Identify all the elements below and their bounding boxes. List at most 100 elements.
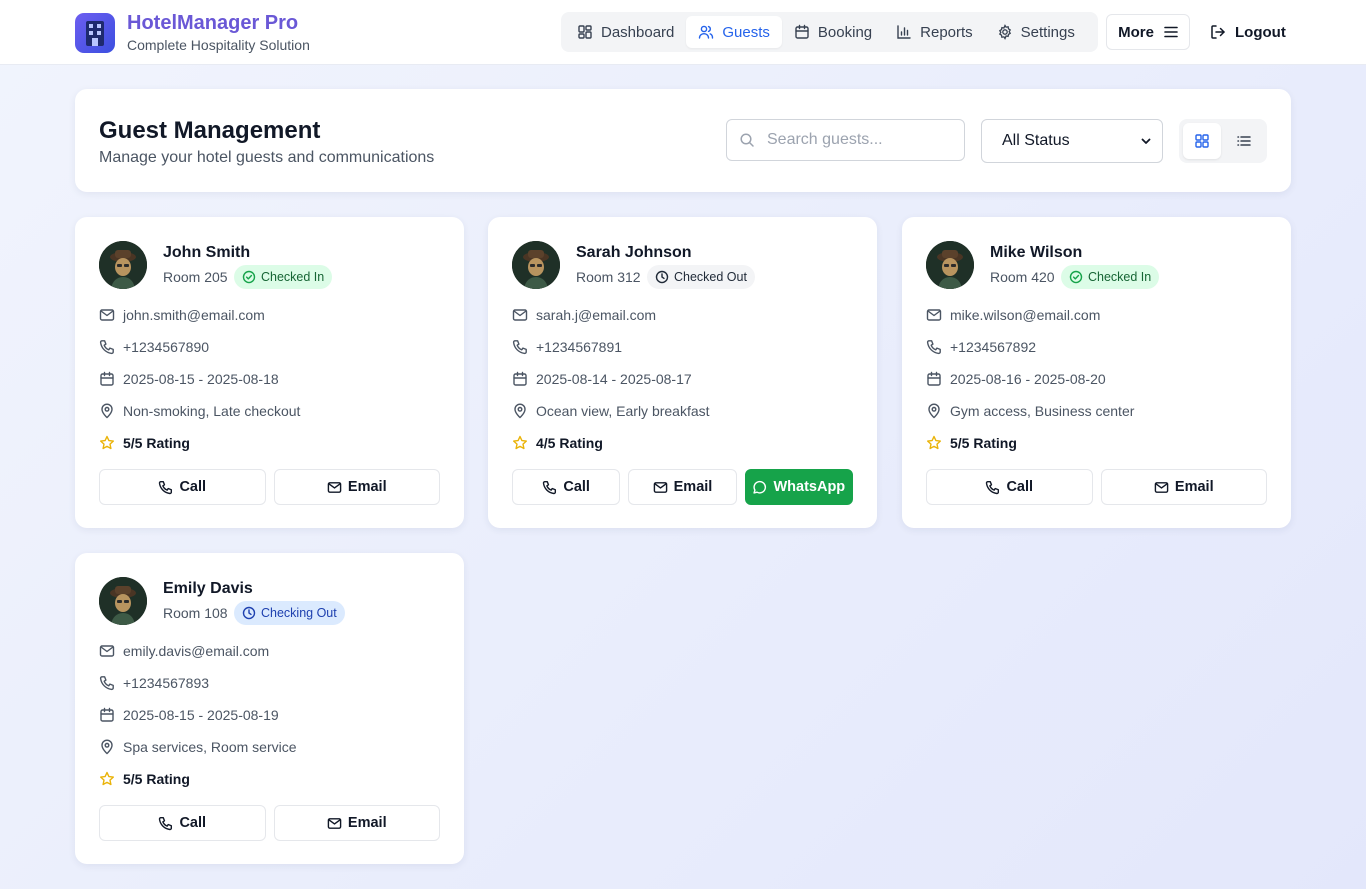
guest-phone: +1234567893 [123, 675, 210, 691]
email-button[interactable]: Email [273, 805, 440, 841]
whatsapp-label: WhatsApp [773, 479, 846, 495]
email-button[interactable]: Email [628, 469, 737, 505]
guest-phone-row: +1234567892 [926, 339, 1036, 355]
page-header: Guest Management Manage your hotel guest… [75, 89, 1291, 192]
guest-preferences-row: Non-smoking, Late checkout [99, 403, 300, 419]
email-button[interactable]: Email [1100, 469, 1267, 505]
guest-room: Room 312 [576, 269, 641, 285]
star-icon [100, 435, 114, 450]
phone-icon [99, 340, 114, 355]
guest-actions: Call Email WhatsApp [512, 469, 853, 505]
bar-chart-icon [897, 25, 911, 39]
status-icon [242, 606, 256, 620]
clock-icon [242, 606, 256, 620]
gear-icon [998, 24, 1011, 40]
nav-item-dashboard[interactable]: Dashboard [565, 16, 686, 48]
guest-card-john-smith: John Smith Room 205 Checked In john.smit… [75, 217, 464, 528]
nav-item-guests[interactable]: Guests [686, 16, 782, 48]
status-icon [242, 270, 256, 284]
status-icon [655, 270, 669, 284]
call-label: Call [179, 815, 207, 831]
guest-dates: 2025-08-16 - 2025-08-20 [950, 371, 1106, 387]
guest-rating-row: 5/5 Rating [99, 771, 190, 787]
view-toggle [1179, 119, 1267, 163]
mail-icon [1154, 481, 1169, 493]
logout-label: Logout [1235, 23, 1286, 41]
whatsapp-button[interactable]: WhatsApp [744, 469, 853, 505]
guest-email-row: sarah.j@email.com [512, 307, 656, 323]
status-icon [1069, 270, 1083, 284]
phone-icon [986, 480, 1000, 494]
map-pin-icon [514, 403, 526, 419]
guest-actions: Call Email [99, 805, 440, 841]
guest-actions: Call Email [99, 469, 440, 505]
whatsapp-icon [753, 480, 767, 494]
search-box [726, 119, 965, 161]
more-label: More [1118, 23, 1154, 41]
grid-icon [578, 25, 592, 39]
chevron-down-icon [1141, 138, 1151, 144]
guest-room: Room 108 [163, 605, 228, 621]
guest-preferences: Gym access, Business center [950, 403, 1135, 419]
star-icon [100, 771, 114, 786]
call-label: Call [563, 479, 590, 495]
guest-phone: +1234567892 [950, 339, 1037, 355]
mail-icon [99, 309, 115, 321]
email-label: Email [347, 479, 387, 495]
list-view-button[interactable] [1225, 123, 1263, 159]
logout-button[interactable]: Logout [1200, 14, 1296, 50]
status-badge: Checked In [234, 265, 333, 289]
call-button[interactable]: Call [512, 469, 621, 505]
menu-icon [1164, 26, 1178, 38]
call-button[interactable]: Call [99, 469, 266, 505]
status-badge: Checked Out [647, 265, 755, 289]
status-label: Checking Out [261, 606, 337, 620]
avatar [99, 241, 147, 289]
guest-name: Sarah Johnson [576, 244, 692, 261]
email-label: Email [1174, 479, 1214, 495]
phone-icon [512, 340, 527, 355]
guest-email-row: emily.davis@email.com [99, 643, 269, 659]
guest-room: Room 205 [163, 269, 228, 285]
guest-room: Room 420 [990, 269, 1055, 285]
phone-icon [159, 480, 173, 494]
main-nav: Dashboard Guests Booking Reports Setting… [561, 12, 1098, 52]
guest-preferences: Ocean view, Early breakfast [536, 403, 710, 419]
call-button[interactable]: Call [99, 805, 266, 841]
guest-dates: 2025-08-14 - 2025-08-17 [536, 371, 692, 387]
nav-item-reports[interactable]: Reports [884, 16, 985, 48]
guest-dates: 2025-08-15 - 2025-08-18 [123, 371, 279, 387]
list-icon [1237, 136, 1251, 146]
guest-phone-row: +1234567893 [99, 675, 209, 691]
status-label: Checked Out [674, 270, 747, 284]
brand[interactable]: HotelManager Pro Complete Hospitality So… [75, 12, 310, 53]
mail-icon [327, 481, 342, 493]
grid-icon [1195, 134, 1209, 148]
guest-preferences-row: Spa services, Room service [99, 739, 297, 755]
nav-item-booking[interactable]: Booking [782, 16, 884, 48]
app-subtitle: Complete Hospitality Solution [127, 37, 310, 53]
users-icon [699, 25, 714, 39]
status-filter-select[interactable]: All Status [981, 119, 1163, 163]
guest-name: Emily Davis [163, 580, 253, 597]
search-icon [740, 133, 754, 147]
call-button[interactable]: Call [926, 469, 1093, 505]
guest-name: John Smith [163, 244, 251, 261]
map-pin-icon [101, 403, 113, 419]
status-filter-value: All Status [1002, 132, 1070, 149]
nav-label: Dashboard [601, 23, 675, 41]
email-button[interactable]: Email [273, 469, 440, 505]
star-icon [927, 435, 941, 450]
logout-icon [1211, 25, 1225, 39]
phone-icon [926, 340, 941, 355]
grid-view-button[interactable] [1183, 123, 1221, 159]
mail-icon [926, 309, 942, 321]
calendar-icon [100, 707, 114, 722]
nav-item-settings[interactable]: Settings [985, 16, 1087, 48]
top-bar: HotelManager Pro Complete Hospitality So… [0, 0, 1366, 65]
guest-card-emily-davis: Emily Davis Room 108 Checking Out emily.… [75, 553, 464, 864]
search-input[interactable] [767, 131, 947, 149]
more-button[interactable]: More [1106, 14, 1190, 50]
guest-email-row: mike.wilson@email.com [926, 307, 1100, 323]
avatar [99, 577, 147, 625]
